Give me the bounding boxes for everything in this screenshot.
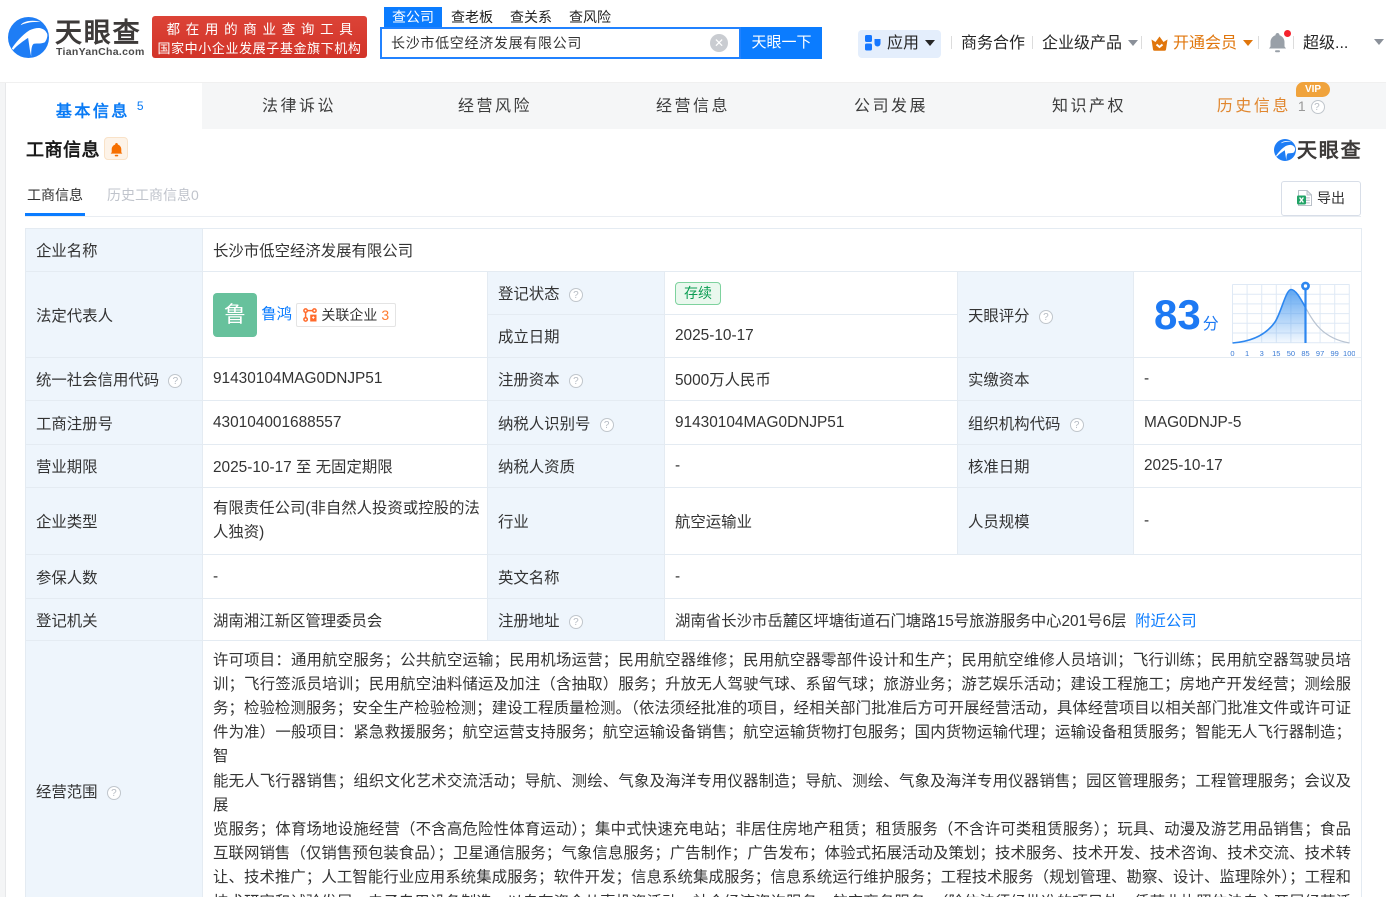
svg-text:1: 1 <box>1245 349 1249 358</box>
svg-text:100: 100 <box>1343 349 1355 358</box>
svg-text:99: 99 <box>1331 349 1339 358</box>
svg-text:97: 97 <box>1316 349 1324 358</box>
svg-text:0: 0 <box>1230 349 1234 358</box>
svg-text:15: 15 <box>1272 349 1280 358</box>
svg-text:3: 3 <box>1260 349 1264 358</box>
svg-text:50: 50 <box>1287 349 1295 358</box>
svg-text:85: 85 <box>1301 349 1309 358</box>
